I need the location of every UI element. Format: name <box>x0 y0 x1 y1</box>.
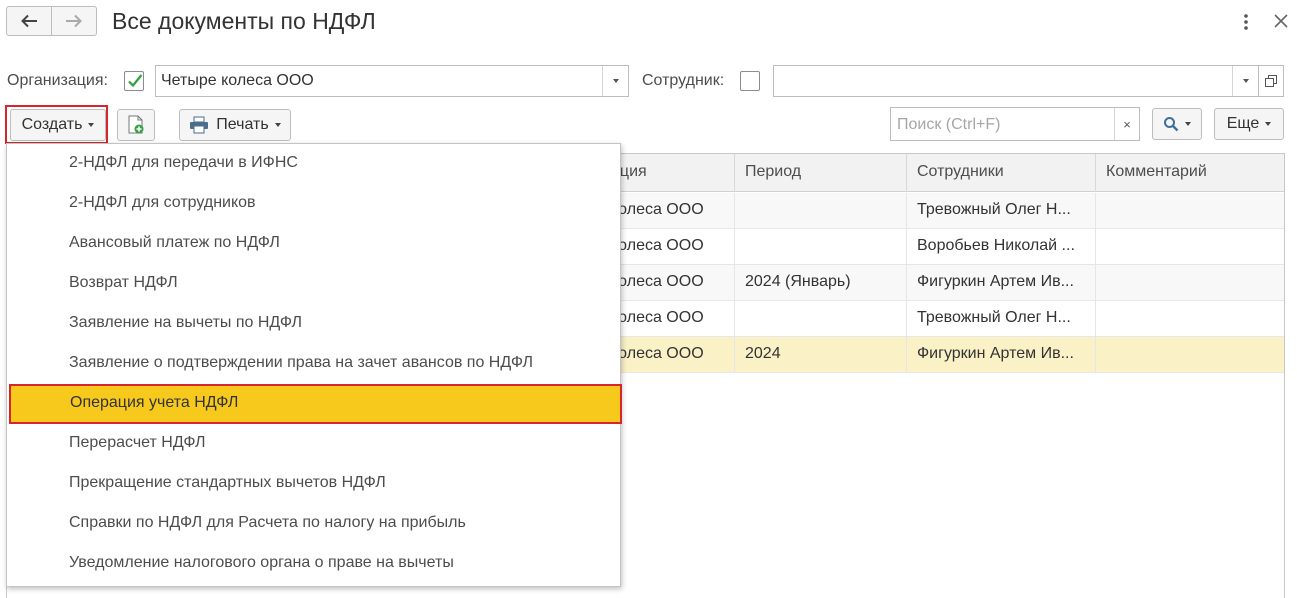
employee-open-button[interactable] <box>1258 65 1284 97</box>
chevron-down-icon <box>1185 122 1191 126</box>
table-cell-period: 2024 (Январь) <box>734 265 906 301</box>
table-cell-period <box>734 229 906 265</box>
search-clear-button[interactable]: × <box>1114 108 1139 140</box>
open-window-icon <box>1265 75 1277 87</box>
employee-label: Сотрудник: <box>642 72 725 89</box>
add-document-button[interactable] <box>117 109 155 141</box>
menu-item[interactable]: Операция учета НДФЛ <box>9 384 622 424</box>
forward-button[interactable] <box>51 6 97 36</box>
org-field-value: Четыре колеса ООО <box>161 72 314 89</box>
table-cell-period: 2024 <box>734 337 906 373</box>
table-cell-comment <box>1095 301 1284 337</box>
table-cell-employees: Воробьев Николай ... <box>906 229 1095 265</box>
chevron-down-icon <box>1265 122 1272 126</box>
search-icon <box>1164 117 1179 132</box>
table-cell-employees: Фигуркин Артем Ив... <box>906 337 1095 373</box>
employee-dropdown-button[interactable] <box>1232 66 1258 96</box>
table-cell-comment <box>1095 265 1284 301</box>
org-label: Организация: <box>7 72 108 89</box>
table-cell-comment <box>1095 337 1284 373</box>
back-button[interactable] <box>6 6 52 36</box>
printer-icon <box>190 116 209 134</box>
document-add-icon <box>128 115 144 134</box>
print-button[interactable]: Печать <box>179 109 291 141</box>
checkmark-icon <box>128 74 143 88</box>
org-filter-checkbox[interactable] <box>124 71 144 91</box>
print-button-label: Печать <box>216 116 269 133</box>
page-title: Все документы по НДФЛ <box>112 8 376 34</box>
create-highlight-outline <box>5 105 108 144</box>
table-cell-employees: Фигуркин Артем Ив... <box>906 265 1095 301</box>
close-icon[interactable] <box>1272 12 1290 30</box>
more-button-label: Еще <box>1226 115 1260 132</box>
menu-item[interactable]: Справки по НДФЛ для Расчета по налогу на… <box>7 504 620 544</box>
table-cell-period <box>734 301 906 337</box>
table-cell-comment <box>1095 193 1284 229</box>
table-cell-period <box>734 193 906 229</box>
menu-item[interactable]: Авансовый платеж по НДФЛ <box>7 224 620 264</box>
employee-field[interactable] <box>773 65 1284 97</box>
column-header[interactable]: Сотрудники <box>906 154 1095 192</box>
menu-item[interactable]: Заявление на вычеты по НДФЛ <box>7 304 620 344</box>
search-button[interactable] <box>1152 108 1202 140</box>
create-dropdown-menu: 2-НДФЛ для передачи в ИФНС 2-НДФЛ для сот… <box>6 143 622 587</box>
chevron-down-icon <box>612 79 619 83</box>
column-header[interactable]: Период <box>734 154 906 192</box>
chevron-down-icon <box>274 123 281 127</box>
arrow-left-icon <box>21 14 37 28</box>
table-cell-employees: Тревожный Олег Н... <box>906 301 1095 337</box>
menu-item[interactable]: Возврат НДФЛ <box>7 264 620 304</box>
arrow-right-icon <box>66 14 82 28</box>
menu-item[interactable]: 2-НДФЛ для передачи в ИФНС <box>7 144 620 184</box>
employee-filter-checkbox[interactable] <box>740 71 760 91</box>
menu-item[interactable]: Заявление о подтверждении права на зачет… <box>7 344 620 384</box>
search-input[interactable]: Поиск (Ctrl+F) × <box>890 107 1140 141</box>
menu-item[interactable]: Прекращение стандартных вычетов НДФЛ <box>7 464 620 504</box>
menu-item[interactable]: 2-НДФЛ для сотрудников <box>7 184 620 224</box>
search-placeholder: Поиск (Ctrl+F) <box>897 116 1001 133</box>
menu-item[interactable]: Уведомление налогового органа о праве на… <box>7 544 620 584</box>
column-header[interactable]: Комментарий <box>1095 154 1284 192</box>
org-dropdown-button[interactable] <box>602 66 628 96</box>
more-vertical-icon[interactable] <box>1236 10 1256 34</box>
table-cell-comment <box>1095 229 1284 265</box>
org-field[interactable]: Четыре колеса ООО <box>155 65 629 97</box>
table-cell-employees: Тревожный Олег Н... <box>906 193 1095 229</box>
chevron-down-icon <box>1242 79 1249 83</box>
more-button[interactable]: Еще <box>1214 108 1284 140</box>
menu-item[interactable]: Перерасчет НДФЛ <box>7 424 620 464</box>
